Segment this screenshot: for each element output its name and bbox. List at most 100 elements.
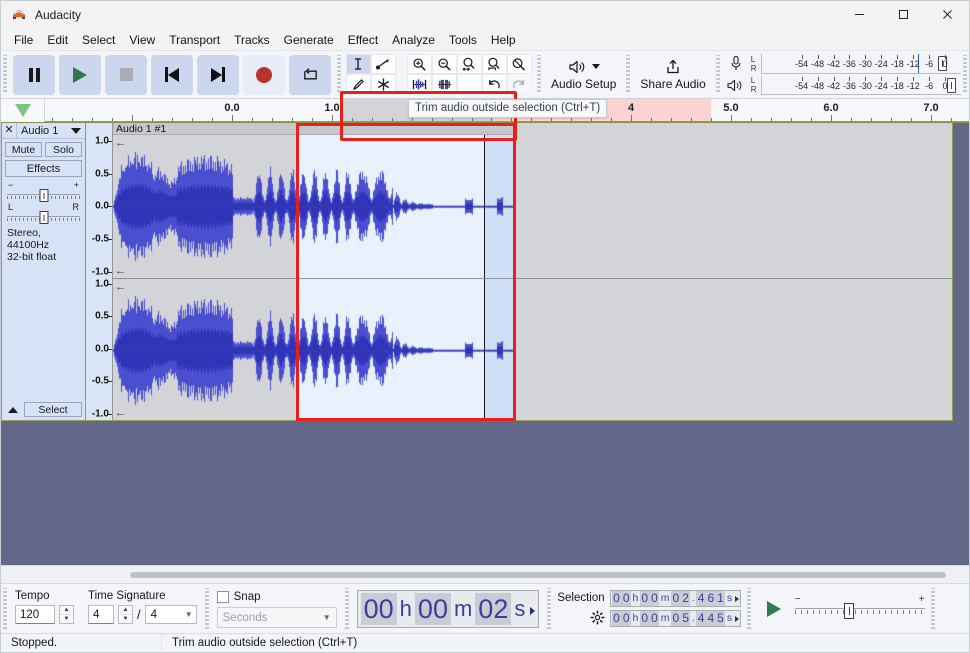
speed-slider-track[interactable] — [795, 605, 925, 619]
menu-tools[interactable]: Tools — [442, 30, 484, 50]
play-at-speed-button[interactable] — [757, 594, 791, 624]
time-sig-upper-input[interactable]: 4 — [88, 605, 114, 624]
toolbar-end-grip[interactable] — [961, 55, 969, 94]
stop-button[interactable] — [105, 55, 147, 95]
fit-project-button[interactable] — [482, 54, 507, 74]
vertical-ruler[interactable]: 1.00.50.0-0.5-1.01.00.50.0-0.5-1.0 — [86, 123, 113, 420]
playback-speed-slider[interactable]: − + — [795, 596, 925, 622]
tempo-stepper[interactable]: ▲▼ — [59, 605, 74, 624]
horizontal-scrollbar[interactable] — [1, 565, 969, 583]
track-menu-button[interactable] — [67, 128, 85, 134]
edit-cursor-line — [484, 279, 485, 421]
waveform-channel[interactable]: ←← — [113, 278, 952, 421]
menu-effect[interactable]: Effect — [341, 30, 385, 50]
record-button[interactable] — [243, 55, 285, 95]
audio-setup-grip[interactable] — [535, 55, 543, 94]
track-collapse-button[interactable] — [5, 402, 21, 417]
zoom-out-button[interactable] — [432, 54, 457, 74]
selection-tool[interactable] — [346, 54, 371, 74]
selection-toolbar-grip[interactable] — [545, 588, 553, 629]
multi-tool[interactable] — [371, 74, 396, 94]
playback-meter[interactable]: L R -54-48-42-36-30-24-18-12-60 — [722, 76, 961, 96]
audio-position-display[interactable]: 00 h 00 m 02 s — [357, 590, 540, 628]
pan-slider-thumb[interactable] — [39, 211, 48, 224]
sel-start-caret[interactable] — [735, 596, 739, 602]
draw-tool[interactable] — [346, 74, 371, 94]
mute-button[interactable]: Mute — [5, 142, 42, 157]
ruler-time-label: 0.0 — [224, 102, 239, 114]
recording-meter[interactable]: L R -54-48-42-36-30-24-18-12-60 — [722, 54, 961, 74]
menu-help[interactable]: Help — [484, 30, 523, 50]
track-close-button[interactable]: ✕ — [2, 123, 17, 138]
menu-analyze[interactable]: Analyze — [385, 30, 442, 50]
speed-slider-thumb[interactable] — [844, 603, 854, 619]
snap-checkbox-row[interactable]: Snap — [217, 591, 337, 603]
playback-volume-slider[interactable] — [947, 78, 956, 93]
meter-tick-label: -54 — [795, 59, 808, 69]
sel-end-caret[interactable] — [735, 616, 739, 622]
menu-tracks[interactable]: Tracks — [227, 30, 277, 50]
redo-button[interactable] — [507, 74, 532, 94]
menu-generate[interactable]: Generate — [277, 30, 341, 50]
fit-selection-button[interactable] — [457, 54, 482, 74]
track-name-label[interactable]: Audio 1 — [17, 125, 67, 137]
play-at-speed-grip[interactable] — [745, 588, 753, 629]
close-button[interactable] — [925, 1, 969, 29]
ruler-tick — [751, 118, 752, 121]
recording-meter-channels: L R — [750, 54, 762, 74]
trim-audio-button[interactable] — [407, 74, 432, 94]
clip-title-bar[interactable]: Audio 1 #1 — [113, 123, 513, 135]
selection-start-field[interactable]: 0 0 h 0 0 m 0 2 . 4 6 1 s — [610, 590, 741, 607]
skip-to-start-button[interactable] — [151, 55, 193, 95]
gear-icon[interactable] — [590, 610, 605, 628]
menu-edit[interactable]: Edit — [40, 30, 75, 50]
speed-plus-label: + — [919, 596, 925, 604]
pan-slider[interactable] — [7, 212, 80, 221]
time-sig-stepper[interactable]: ▲▼ — [118, 605, 133, 624]
share-audio-grip[interactable] — [624, 55, 632, 94]
selection-end-field[interactable]: 0 0 h 0 0 m 0 5 . 4 4 5 s — [610, 610, 741, 627]
pause-button[interactable] — [13, 55, 55, 95]
envelope-tool[interactable] — [371, 54, 396, 74]
pinned-play-head-button[interactable] — [1, 99, 45, 122]
play-button[interactable] — [59, 55, 101, 95]
recording-meter-grip[interactable] — [714, 55, 722, 94]
menu-select[interactable]: Select — [75, 30, 122, 50]
zoom-in-button[interactable] — [407, 54, 432, 74]
zoom-toggle-button[interactable] — [507, 54, 532, 74]
bottom-toolbar-end-grip[interactable] — [929, 588, 937, 629]
silence-audio-button[interactable] — [432, 74, 457, 94]
title-bar: Audacity — [1, 1, 969, 29]
snap-checkbox[interactable] — [217, 591, 229, 603]
scrollbar-track[interactable] — [5, 571, 965, 579]
gain-slider[interactable] — [7, 190, 80, 199]
waveform-area[interactable]: Audio 1 #1 ←←←← — [113, 123, 952, 420]
menu-view[interactable]: View — [122, 30, 162, 50]
time-signature-grip[interactable] — [1, 588, 9, 629]
transport-toolbar-grip[interactable] — [1, 55, 9, 94]
tools-toolbar-grip[interactable] — [335, 55, 343, 94]
snapping-grip[interactable] — [203, 588, 211, 629]
effects-button[interactable]: Effects — [5, 160, 82, 177]
solo-button[interactable]: Solo — [45, 142, 82, 157]
waveform-channel[interactable]: ←← — [113, 135, 952, 278]
time-sig-lower-select[interactable]: 4 ▼ — [145, 605, 197, 624]
skip-to-end-button[interactable] — [197, 55, 239, 95]
minimize-button[interactable] — [837, 1, 881, 29]
tempo-input[interactable]: 120 — [15, 605, 55, 624]
audio-position-grip[interactable] — [343, 588, 351, 629]
clip-left-arrow-icon: ← — [115, 138, 126, 148]
snap-unit-select[interactable]: Seconds ▼ — [217, 607, 337, 628]
audio-position-format-caret[interactable] — [530, 607, 535, 615]
ruler-time-label: 7.0 — [923, 102, 938, 114]
menu-transport[interactable]: Transport — [162, 30, 227, 50]
menu-file[interactable]: File — [7, 30, 40, 50]
loop-button[interactable] — [289, 55, 331, 95]
scrollbar-thumb[interactable] — [130, 572, 946, 578]
share-audio-button[interactable]: Share Audio — [632, 53, 713, 96]
undo-button[interactable] — [482, 74, 507, 94]
sel-start-h2: 0 — [621, 591, 631, 606]
track-select-button[interactable]: Select — [24, 402, 82, 417]
maximize-button[interactable] — [881, 1, 925, 29]
audio-setup-button[interactable]: Audio Setup — [543, 53, 624, 96]
